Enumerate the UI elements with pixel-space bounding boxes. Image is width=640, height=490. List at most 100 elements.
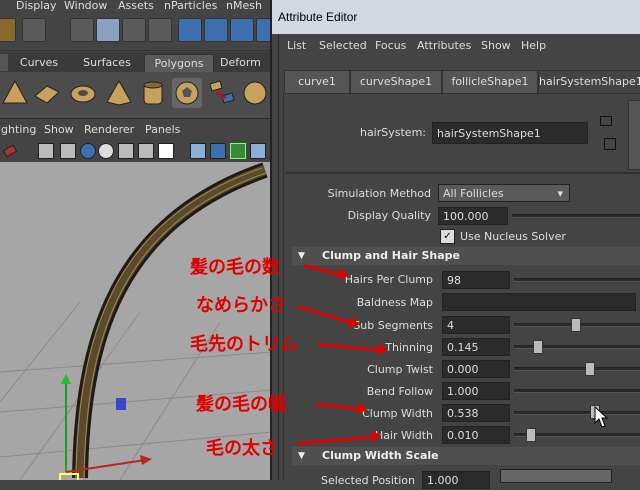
thinning-slider-handle[interactable]: [533, 340, 543, 354]
menu-nmesh[interactable]: nMesh: [226, 0, 262, 12]
expand-arrow-icon: ▼: [298, 451, 305, 461]
isolate-select-icon[interactable]: [230, 143, 246, 159]
menu-help[interactable]: Help: [521, 39, 546, 52]
section-clump-width-scale[interactable]: ▼ Clump Width Scale: [292, 447, 640, 465]
menu-panels[interactable]: Panels: [145, 123, 180, 136]
chevron-down-icon: ▾: [557, 187, 563, 200]
focus-output-icon[interactable]: [604, 138, 616, 150]
clump-twist-slider[interactable]: [514, 367, 640, 371]
xray-icon[interactable]: [118, 143, 134, 159]
viewport-3d[interactable]: [0, 162, 272, 480]
hairs-per-clump-field[interactable]: 98: [442, 271, 510, 289]
snap-grid-icon[interactable]: [148, 18, 172, 42]
poly-soccerball-icon[interactable]: [172, 78, 202, 108]
title-bar[interactable]: Attribute Editor: [272, 0, 640, 34]
node-name-label: hairSystem:: [359, 126, 426, 139]
expand-arrow-icon: ▼: [298, 251, 305, 261]
clump-width-slider[interactable]: [514, 411, 640, 415]
node-name-field[interactable]: hairSystemShape1: [432, 122, 588, 144]
grid-toggle-icon[interactable]: [38, 143, 54, 159]
mouse-cursor-icon: [594, 406, 608, 428]
select-component-icon[interactable]: [122, 18, 146, 42]
poly-torus-icon[interactable]: [68, 78, 98, 108]
menu-lighting[interactable]: ighting: [0, 123, 36, 136]
clump-width-field[interactable]: 0.538: [442, 404, 510, 422]
select-hierarchy-icon[interactable]: [70, 18, 94, 42]
shelf-tabs: Curves Surfaces Polygons Deform: [0, 52, 272, 73]
section-clump-hair-shape[interactable]: ▼ Clump and Hair Shape: [292, 247, 640, 265]
selected-position-label: Selected Position: [320, 474, 415, 487]
shelf-icons: [0, 72, 272, 119]
baldness-map-field[interactable]: [442, 293, 636, 311]
extract-icon[interactable]: [206, 78, 236, 108]
shelf-tab-prev[interactable]: [0, 54, 8, 71]
menu-list[interactable]: List: [287, 39, 306, 52]
hairs-per-clump-label: Hairs Per Clump: [344, 273, 433, 286]
thinning-field[interactable]: 0.145: [442, 338, 510, 356]
nucleus-checkbox[interactable]: ✓: [440, 229, 455, 244]
sim-method-label: Simulation Method: [327, 187, 431, 200]
poly-pyramid-icon[interactable]: [104, 78, 134, 108]
tab-hairsystemshape1[interactable]: hairSystemShape1: [538, 70, 640, 94]
divider: [286, 172, 640, 174]
section-clump-title: Clump and Hair Shape: [322, 249, 460, 262]
selected-position-field[interactable]: 1.000: [422, 471, 490, 489]
menu-show[interactable]: Show: [44, 123, 74, 136]
focus-input-icon[interactable]: [600, 116, 612, 126]
select-object-icon[interactable]: [96, 18, 120, 42]
menu-display[interactable]: Display: [16, 0, 57, 12]
pencil-icon[interactable]: [2, 144, 18, 158]
texture-icon[interactable]: [138, 143, 154, 159]
panel-toolbar: [0, 140, 272, 163]
window-title: Attribute Editor: [278, 10, 358, 24]
save-icon[interactable]: [22, 18, 46, 42]
bend-follow-slider[interactable]: [514, 389, 640, 393]
cube-shaded-icon[interactable]: [210, 143, 226, 159]
tab-curve1[interactable]: curve1: [284, 70, 350, 94]
tab-follicleshape1[interactable]: follicleShape1: [442, 70, 538, 94]
folder-icon[interactable]: [0, 18, 16, 42]
annotation-hairs-per-clump: 髪の毛の数: [190, 257, 280, 278]
film-gate-icon[interactable]: [60, 143, 76, 159]
sub-segments-field[interactable]: 4: [442, 316, 510, 334]
bend-follow-field[interactable]: 1.000: [442, 382, 510, 400]
wireframe-shaded-icon[interactable]: [98, 143, 114, 159]
menu-attributes[interactable]: Attributes: [417, 39, 471, 52]
cube-wire-icon[interactable]: [190, 143, 206, 159]
ramp-graph[interactable]: [500, 469, 612, 483]
tab-curves[interactable]: Curves: [10, 54, 68, 71]
sim-method-dropdown[interactable]: All Follicles ▾: [438, 184, 570, 202]
clump-twist-slider-handle[interactable]: [585, 362, 595, 376]
sub-segments-slider-handle[interactable]: [571, 318, 581, 332]
clump-twist-field[interactable]: 0.000: [442, 360, 510, 378]
cube-xray-icon[interactable]: [250, 143, 266, 159]
menu-assets[interactable]: Assets: [118, 0, 154, 12]
poly-pipe-icon[interactable]: [138, 78, 168, 108]
combine-icon[interactable]: [240, 78, 270, 108]
annotation-clump-width: 髪の毛の幅: [196, 394, 286, 415]
text-t-icon[interactable]: [158, 143, 174, 159]
hair-width-field[interactable]: 0.010: [442, 426, 510, 444]
menu-show[interactable]: Show: [481, 39, 511, 52]
poly-cone-icon[interactable]: [0, 78, 30, 108]
shaded-icon[interactable]: [80, 143, 96, 159]
snap-point-icon[interactable]: [204, 18, 228, 42]
display-quality-slider[interactable]: [512, 214, 640, 218]
sub-segments-label: Sub Segments: [353, 319, 433, 332]
display-quality-label: Display Quality: [347, 209, 431, 222]
menu-nparticles[interactable]: nParticles: [164, 0, 217, 12]
tab-surfaces[interactable]: Surfaces: [76, 54, 138, 71]
tab-polygons[interactable]: Polygons: [144, 54, 214, 73]
poly-plane-icon[interactable]: [32, 78, 62, 108]
hair-width-slider-handle[interactable]: [526, 428, 536, 442]
menu-selected[interactable]: Selected: [319, 39, 367, 52]
side-buttons[interactable]: [628, 100, 640, 170]
snap-view-icon[interactable]: [230, 18, 254, 42]
tab-curveshape1[interactable]: curveShape1: [350, 70, 442, 94]
menu-focus[interactable]: Focus: [375, 39, 406, 52]
menu-renderer[interactable]: Renderer: [84, 123, 134, 136]
menu-window[interactable]: Window: [64, 0, 107, 12]
snap-curve-icon[interactable]: [178, 18, 202, 42]
hairs-per-clump-slider[interactable]: [514, 278, 640, 282]
display-quality-field[interactable]: 100.000: [438, 207, 508, 225]
